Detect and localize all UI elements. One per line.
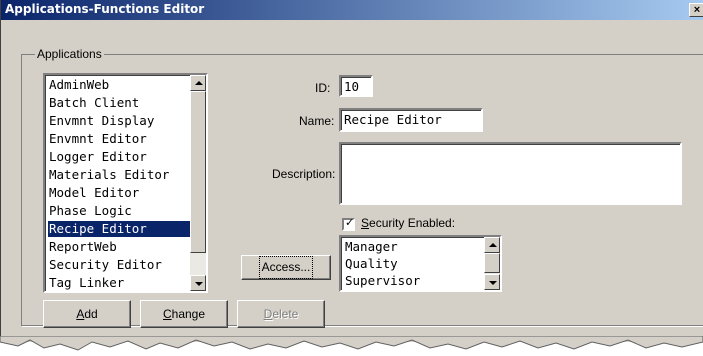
scroll-thumb[interactable] <box>190 91 206 253</box>
application-list-item[interactable]: Materials Editor <box>48 167 190 183</box>
application-list-item[interactable]: Model Editor <box>48 185 190 201</box>
name-field[interactable]: Recipe Editor <box>339 108 483 132</box>
add-button-label-rest: dd <box>84 307 98 321</box>
access-button[interactable]: Access... <box>241 255 331 280</box>
add-button[interactable]: Add <box>43 300 131 328</box>
arrow-down-icon <box>195 282 203 286</box>
roles-scroll-thumb[interactable] <box>484 253 500 273</box>
application-list-item[interactable]: Batch Client <box>48 95 190 111</box>
torn-edge <box>0 336 703 351</box>
delete-button[interactable]: Delete <box>237 300 325 328</box>
delete-button-label-hotkey: D <box>263 307 273 321</box>
security-enabled-label-hotkey: S <box>361 216 370 230</box>
id-label: ID: <box>315 81 331 95</box>
description-label: Description: <box>272 167 336 181</box>
roles-scroll-up-button[interactable] <box>484 237 500 253</box>
application-list-item[interactable]: Security Editor <box>48 257 190 273</box>
change-button-label: Change <box>163 301 205 327</box>
arrow-up-icon <box>489 243 497 247</box>
add-button-label-hotkey: A <box>76 307 85 321</box>
application-list-item[interactable]: AdminWeb <box>48 77 190 93</box>
change-button-label-rest: hange <box>171 307 206 321</box>
access-roles-listbox[interactable]: Manager Quality Supervisor <box>339 235 502 292</box>
add-button-label: Add <box>76 301 97 327</box>
security-enabled-checkbox[interactable]: ✓ <box>342 217 355 231</box>
access-role-item[interactable]: Quality <box>344 256 484 272</box>
checkmark-icon: ✓ <box>345 217 355 229</box>
window-title: Applications-Functions Editor <box>5 2 205 16</box>
scroll-down-button[interactable] <box>190 275 206 291</box>
delete-button-label-rest: elete <box>272 307 299 321</box>
application-list-item[interactable]: ReportWeb <box>48 239 190 255</box>
change-button-label-hotkey: C <box>162 307 172 321</box>
application-list-item[interactable]: Tag Linker <box>48 275 190 291</box>
id-value: 10 <box>344 79 360 94</box>
application-list-item[interactable]: Envmnt Editor <box>48 131 190 147</box>
security-enabled-label: Security Enabled: <box>361 216 455 230</box>
arrow-down-icon <box>489 281 497 285</box>
scroll-up-button[interactable] <box>190 75 206 91</box>
editor-window: Applications-Functions Editor × Applicat… <box>0 0 703 342</box>
change-button[interactable]: Change <box>140 300 228 328</box>
arrow-up-icon <box>195 81 203 85</box>
delete-button-label: Delete <box>264 301 299 327</box>
roles-scrollbar[interactable] <box>484 237 500 290</box>
title-bar[interactable]: Applications-Functions Editor × <box>1 0 703 20</box>
access-button-label: Access... <box>258 256 314 279</box>
applications-listbox[interactable]: AdminWeb Batch Client Envmnt Display Envmnt… <box>43 73 208 293</box>
applications-group-label: Applications <box>35 47 104 61</box>
access-role-item[interactable]: Supervisor <box>344 273 484 289</box>
name-label: Name: <box>299 114 335 128</box>
application-list-item[interactable]: Envmnt Display <box>48 113 190 129</box>
access-role-item[interactable]: Manager <box>344 239 484 255</box>
application-list-item[interactable]: Logger Editor <box>48 149 190 165</box>
security-enabled-label-rest: ecurity Enabled: <box>369 216 456 230</box>
id-field[interactable]: 10 <box>339 75 373 97</box>
name-value: Recipe Editor <box>344 112 442 127</box>
application-list-item[interactable]: Recipe Editor <box>48 221 190 237</box>
roles-scroll-down-button[interactable] <box>484 274 500 290</box>
application-list-item[interactable]: Phase Logic <box>48 203 190 219</box>
applications-scrollbar[interactable] <box>190 75 206 291</box>
close-button[interactable]: × <box>689 3 703 17</box>
description-field[interactable] <box>339 142 682 205</box>
